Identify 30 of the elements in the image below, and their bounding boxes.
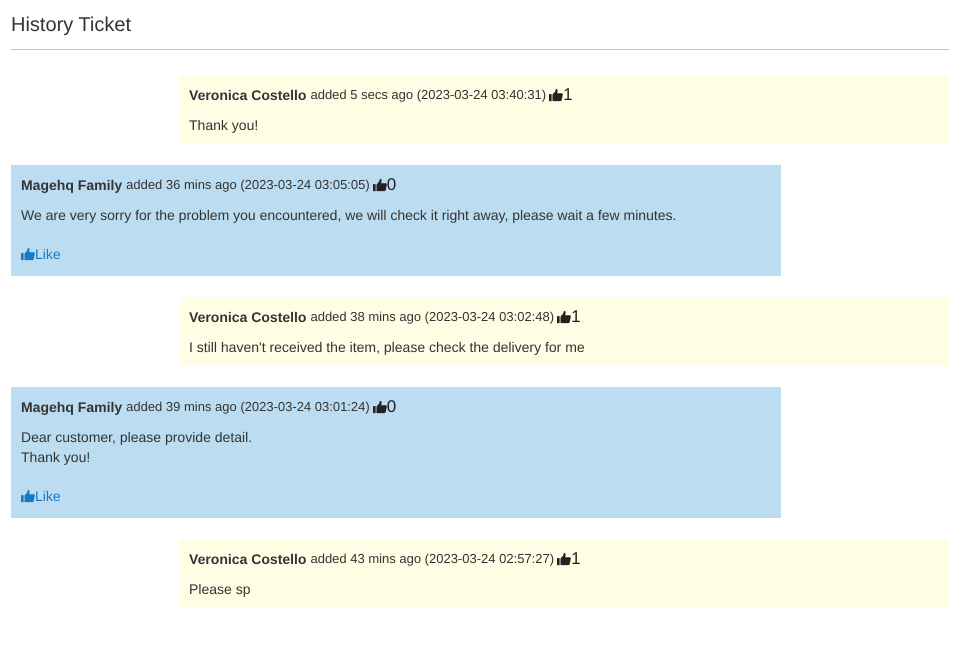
message-timestamp: added 36 mins ago (2023-03-24 03:05:05): [126, 176, 370, 194]
message-text: Dear customer, please provide detail. Thank you!: [21, 428, 254, 467]
message-text: Please sp: [189, 580, 252, 599]
like-count: 1: [571, 307, 581, 327]
message-timestamp: added 39 mins ago (2023-03-24 03:01:24): [126, 398, 370, 416]
message-text: I still haven't received the item, please check the delivery for me: [189, 338, 586, 357]
like-link[interactable]: Like: [21, 486, 61, 506]
thumbs-up-icon: [21, 247, 35, 261]
thumbs-up-icon: [557, 310, 572, 324]
thumbs-up-icon: [557, 552, 572, 566]
like-link[interactable]: Like: [21, 244, 61, 264]
author-name: Veronica Costello: [189, 550, 306, 569]
message-timestamp: added 5 secs ago (2023-03-24 03:40:31): [310, 86, 546, 104]
message-timestamp: added 38 mins ago (2023-03-24 03:02:48): [310, 308, 554, 326]
message-text: Thank you!: [189, 116, 260, 135]
thumbs-up-icon: [21, 489, 35, 503]
section-title: History Ticket: [11, 8, 949, 50]
author-name: Magehq Family: [21, 398, 122, 417]
thumbs-up-icon: [549, 88, 564, 102]
like-count: 1: [571, 549, 581, 569]
like-count: 0: [386, 397, 396, 417]
like-count: 1: [563, 85, 573, 105]
message-timestamp: added 43 mins ago (2023-03-24 02:57:27): [310, 550, 554, 568]
thumbs-up-icon: [372, 178, 387, 192]
like-count: 0: [386, 175, 396, 195]
author-name: Magehq Family: [21, 176, 122, 195]
author-name: Veronica Costello: [189, 86, 306, 105]
message-text: We are very sorry for the problem you encountered, we will check it right away, please wait a few minutes.: [21, 206, 678, 225]
author-name: Veronica Costello: [189, 308, 306, 327]
thumbs-up-icon: [372, 400, 387, 414]
